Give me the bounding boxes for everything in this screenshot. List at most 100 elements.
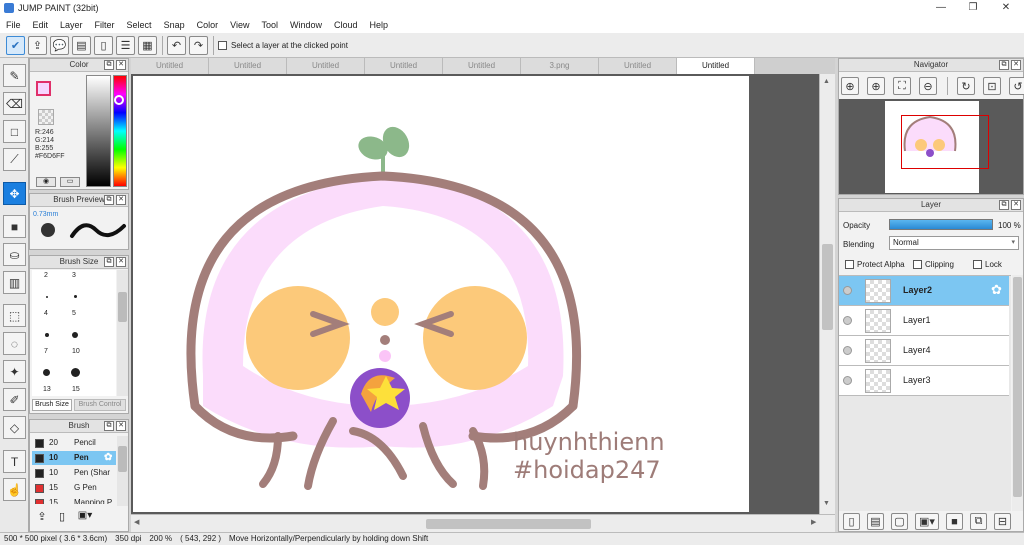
checklist-icon[interactable]: ▦ [138,35,157,55]
new-1bit-layer-icon[interactable]: ▢ [891,513,908,530]
transparent-color-icon[interactable] [38,109,54,125]
rotate-icon[interactable]: ↻ [957,77,975,95]
float-icon[interactable]: ⧉ [104,421,114,431]
layer-type-menu-icon[interactable]: ▣▾ [915,513,939,530]
menu-color[interactable]: Color [191,20,225,30]
size-dot[interactable] [71,368,80,377]
menu-help[interactable]: Help [364,20,395,30]
new-brush-icon[interactable]: ▯ [54,510,70,526]
size-dot[interactable] [74,295,77,298]
scroll-thumb[interactable] [118,446,127,472]
zoom-out-icon[interactable]: ⊖ [919,77,937,95]
navigator-preview-area[interactable] [839,99,1023,194]
tab-document[interactable]: Untitled [443,58,521,74]
rotate-cw-icon[interactable]: ↺ [1009,77,1024,95]
scroll-up-icon[interactable]: ▲ [823,78,830,85]
canvas-vertical-scrollbar[interactable]: ▲ ▼ [819,74,835,514]
zoom-in-icon[interactable]: ⊕ [867,77,885,95]
float-icon[interactable]: ⧉ [104,60,114,70]
size-dot[interactable] [43,369,50,376]
add-brush-icon[interactable]: ⇪ [34,510,50,526]
clipping-option[interactable]: Clipping [913,260,954,269]
scroll-thumb[interactable] [118,292,127,322]
close-panel-icon[interactable]: ✕ [1011,60,1021,70]
brush-item[interactable]: 10 Pen ✿ [32,451,116,465]
scroll-thumb[interactable] [426,519,591,529]
menu-edit[interactable]: Edit [27,20,55,30]
visibility-icon[interactable] [843,346,852,355]
brush-item[interactable]: 15 G Pen [32,481,116,495]
redo-icon[interactable]: ↷ [189,35,208,55]
opacity-slider[interactable] [889,219,993,230]
tab-document[interactable]: Untitled [599,58,677,74]
close-panel-icon[interactable]: ✕ [116,257,126,267]
menu-layer[interactable]: Layer [54,20,89,30]
close-panel-icon[interactable]: ✕ [116,421,126,431]
select-eraser-tool-icon[interactable]: ◇ [3,416,26,439]
gradient-tool-icon[interactable]: ▥ [3,271,26,294]
lock-checkbox[interactable] [973,260,982,269]
duplicate-layer-icon[interactable]: ⧉ [970,513,987,530]
blending-select[interactable]: Normal ▾ [889,236,1019,250]
float-icon[interactable]: ⧉ [999,200,1009,210]
rect-select-tool-icon[interactable]: ⬚ [3,304,26,327]
brush-list-scrollbar[interactable] [117,436,128,506]
lock-option[interactable]: Lock [973,260,1002,269]
tab-brush-control[interactable]: Brush Control [74,399,126,411]
brush-menu-icon[interactable]: ▣▾ [74,510,96,526]
rectangle-tool-icon[interactable]: □ [3,120,26,143]
size-dot[interactable] [46,296,48,298]
hand-tool-icon[interactable]: ☝ [3,478,26,501]
close-panel-icon[interactable]: ✕ [1011,200,1021,210]
tab-document[interactable]: 3.png [521,58,599,74]
text-tool-icon[interactable]: T [3,450,26,473]
share-icon[interactable]: ⇪ [28,35,47,55]
reset-rotation-icon[interactable]: ⊡ [983,77,1001,95]
layer-row[interactable]: Layer2 ✿ [839,276,1009,306]
undo-icon[interactable]: ↶ [167,35,186,55]
menu-tool[interactable]: Tool [255,20,284,30]
folder-icon[interactable]: ■ [946,513,963,530]
navigator-viewport-rect[interactable] [901,115,989,169]
lasso-tool-icon[interactable]: ◌ [3,332,26,355]
message-icon[interactable]: ▤ [72,35,91,55]
float-icon[interactable]: ⧉ [999,60,1009,70]
new-8bit-layer-icon[interactable]: ▤ [867,513,884,530]
move-tool-icon[interactable]: ✥ [3,182,26,205]
gear-icon[interactable]: ✿ [991,282,1002,298]
brush-tool-icon[interactable]: ✎ [3,64,26,87]
new-layer-icon[interactable]: ▯ [843,513,860,530]
close-panel-icon[interactable]: ✕ [116,195,126,205]
visibility-icon[interactable] [843,376,852,385]
menu-select[interactable]: Select [121,20,158,30]
canvas-horizontal-scrollbar[interactable]: ◀ ▶ [131,514,835,532]
layer-list-scrollbar[interactable] [1012,275,1023,511]
zoom-fit-icon[interactable]: ⊕ [841,77,859,95]
menu-window[interactable]: Window [284,20,328,30]
tab-document[interactable]: Untitled [287,58,365,74]
primary-color-swatch[interactable] [36,81,51,96]
select-layer-checkbox[interactable] [218,40,227,50]
hue-handle[interactable] [114,95,124,105]
tab-document-active[interactable]: Untitled [677,58,755,74]
float-icon[interactable]: ⧉ [104,257,114,267]
merge-layer-icon[interactable]: ⊟ [994,513,1011,530]
layer-row[interactable]: Layer4 [839,336,1009,366]
hue-slider[interactable] [113,75,127,187]
clipping-checkbox[interactable] [913,260,922,269]
scroll-left-icon[interactable]: ◀ [134,518,139,526]
magic-wand-tool-icon[interactable]: ✦ [3,360,26,383]
select-pen-tool-icon[interactable]: ✐ [3,388,26,411]
document-icon[interactable]: ▯ [94,35,113,55]
menu-snap[interactable]: Snap [158,20,191,30]
line-tool-icon[interactable]: ⟋ [3,148,26,171]
brush-item[interactable]: 20 Pencil [32,436,116,450]
scroll-down-icon[interactable]: ▼ [823,500,830,507]
menu-view[interactable]: View [224,20,255,30]
canvas-area[interactable]: huynhthienn #hoidap247 [131,74,835,514]
menu-file[interactable]: File [0,20,27,30]
eraser-tool-icon[interactable]: ⌫ [3,92,26,115]
close-panel-icon[interactable]: ✕ [116,60,126,70]
brush-item[interactable]: 10 Pen (Shar [32,466,116,480]
tab-document[interactable]: Untitled [209,58,287,74]
